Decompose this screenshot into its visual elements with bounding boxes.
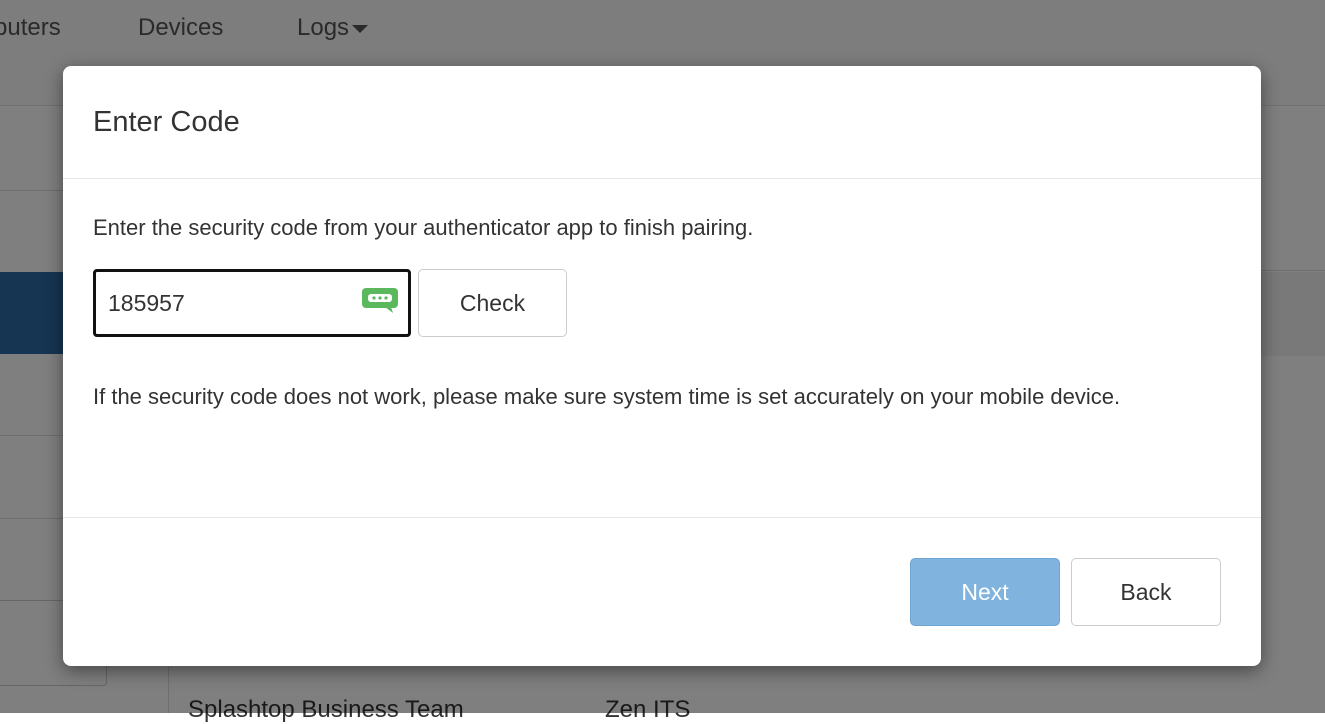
modal-footer: Next Back xyxy=(63,517,1261,667)
security-code-input[interactable] xyxy=(106,284,360,322)
instruction-text: Enter the security code from your authen… xyxy=(93,215,754,240)
help-text: If the security code does not work, plea… xyxy=(93,384,1121,409)
modal-title: Enter Code xyxy=(93,106,240,138)
next-button[interactable]: Next xyxy=(910,558,1060,626)
sms-icon[interactable] xyxy=(361,287,399,314)
modal-body: Enter the security code from your authen… xyxy=(63,179,1261,517)
back-button[interactable]: Back xyxy=(1071,558,1221,626)
check-button[interactable]: Check xyxy=(418,269,567,337)
modal-header: Enter Code xyxy=(63,66,1261,179)
enter-code-modal: Enter Code Enter the security code from … xyxy=(63,66,1261,666)
security-code-field[interactable] xyxy=(93,269,411,337)
